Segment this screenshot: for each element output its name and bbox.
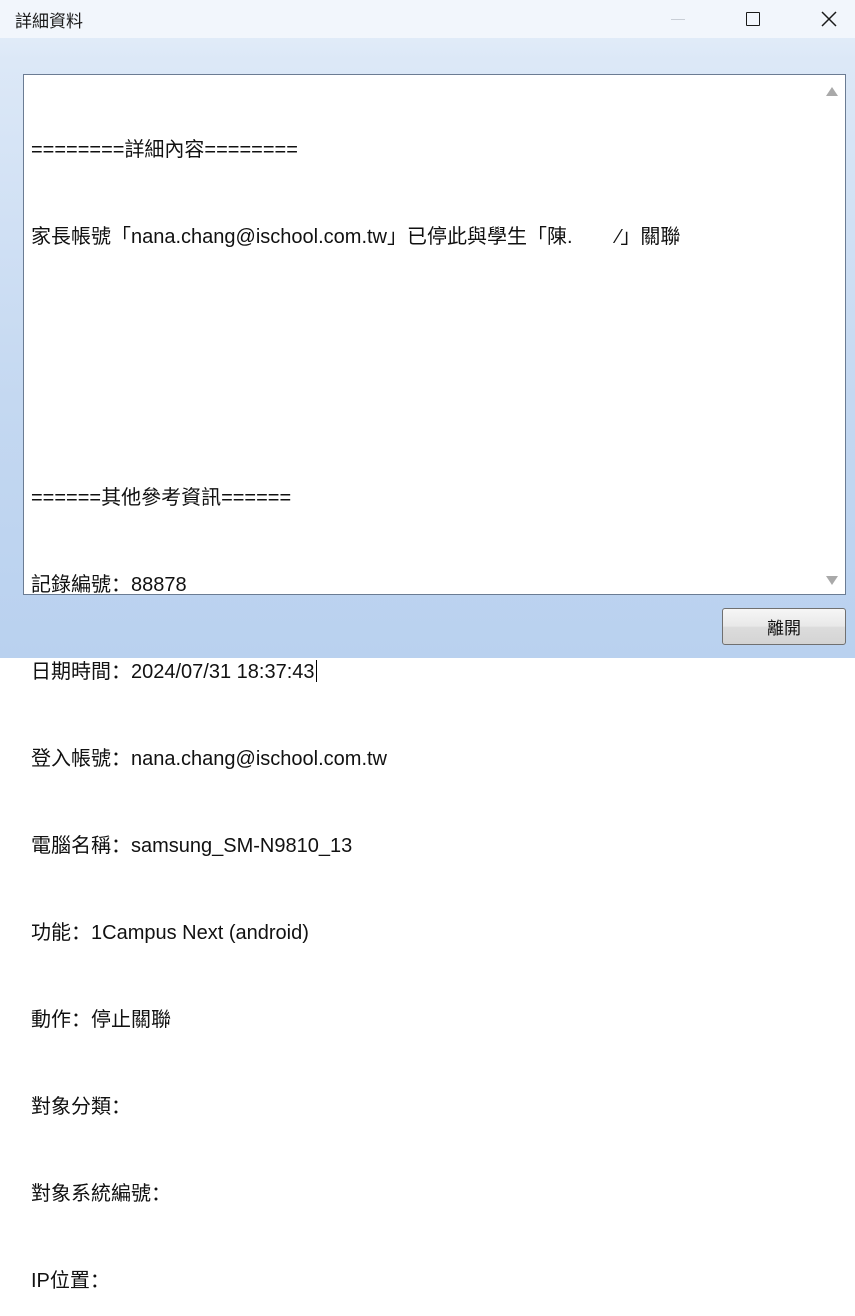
minimize-button[interactable] [655,0,701,38]
details-line [31,310,811,339]
details-dialog: 詳細資料 ========詳細內容======== 家長帳號「nana.chan… [0,0,855,1292]
text-caret [315,660,317,682]
details-line: 電腦名稱：samsung_SM-N9810_13 [31,835,353,857]
vertical-scrollbar[interactable] [819,75,845,594]
details-line: 動作：停止關聯 [31,1009,171,1031]
details-line: 家長帳號「nana.chang@ischool.com.tw」已停此與學生「陳.… [31,226,681,248]
details-line: 記錄編號：88878 [31,574,187,596]
minimize-icon [671,18,685,20]
details-line [31,397,811,426]
details-textbox[interactable]: ========詳細內容======== 家長帳號「nana.chang@isc… [23,74,846,1292]
details-line: 功能：1Campus Next (android) [31,922,309,944]
scroll-up-button[interactable] [819,79,845,103]
details-line: 對象分類： [31,1096,131,1118]
leave-button[interactable]: 離開 [722,608,846,645]
details-line: 對象系統編號： [31,1183,171,1205]
details-line: 登入帳號：nana.chang@ischool.com.tw [31,748,387,770]
scroll-down-arrow-icon [826,575,838,585]
details-line: 日期時間：2024/07/31 18:37:43 [31,661,315,683]
close-icon [821,11,837,27]
title-bar: 詳細資料 [0,0,855,38]
scroll-up-arrow-icon [826,86,838,96]
window-title: 詳細資料 [15,12,83,32]
maximize-button[interactable] [730,0,776,38]
details-line: ======其他參考資訊====== [31,487,292,509]
close-button[interactable] [806,0,852,38]
scroll-down-button[interactable] [819,568,845,592]
details-line: ========詳細內容======== [31,139,298,161]
details-line-with-caret: 日期時間：2024/07/31 18:37:43 [31,658,811,687]
details-text[interactable]: ========詳細內容======== 家長帳號「nana.chang@isc… [31,78,811,1316]
details-line: IP位置： [31,1270,110,1292]
maximize-icon [746,12,760,26]
